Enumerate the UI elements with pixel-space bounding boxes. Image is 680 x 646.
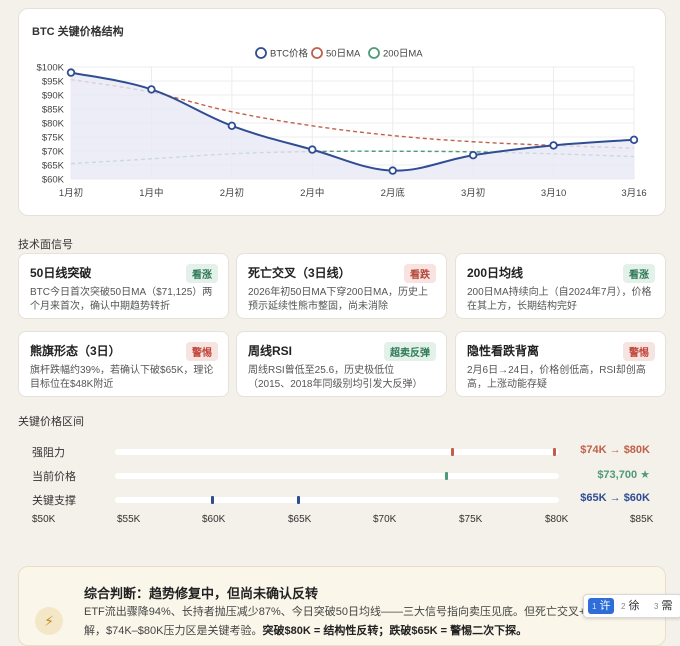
summary-line-2-emphasis: 突破$80K = 结构性反转；跌破$65K = 警惕二次下探。	[262, 625, 528, 637]
signals-section-title: 技术面信号	[18, 239, 73, 251]
ime-candidate-1[interactable]: 1许	[588, 598, 615, 614]
zone-marker	[445, 472, 449, 480]
signal-desc: 周线RSI曾低至25.6，历史极低位（2015、2018年同级别均引发大反弹）	[248, 365, 423, 390]
x-tick-label: 3月初	[461, 187, 485, 199]
price-axis-label: $55K	[117, 514, 141, 525]
legend-label: BTC价格	[270, 48, 309, 60]
signal-desc: 旗杆跌幅约39%，若确认下破$65K，理论目标位在$48K附近	[30, 365, 214, 390]
summary-line-2: 解，$74K–$80K压力区是关键考验。突破$80K = 结构性反转；跌破$65…	[84, 622, 664, 641]
signal-card: 50日线突破 看涨 BTC今日首次突破50日MA（$71,125）两个月来首次，…	[18, 253, 229, 319]
y-tick-label: $70K	[42, 147, 65, 158]
y-tick-label: $75K	[42, 133, 65, 144]
zone-track	[115, 496, 559, 504]
zone-label: 当前价格	[32, 471, 76, 483]
signal-desc: BTC今日首次突破50日MA（$71,125）两个月来首次，确认中期趋势转折	[30, 287, 213, 312]
legend-marker	[255, 47, 267, 59]
zone-value: $73,700 ★	[597, 469, 650, 481]
y-tick-label: $80K	[42, 119, 65, 130]
price-axis-label: $80K	[545, 514, 569, 525]
price-axis-label: $60K	[202, 514, 226, 525]
signal-name: 50日线突破	[30, 266, 92, 280]
signal-card: 死亡交叉（3日线） 看跌 2026年初50日MA下穿200日MA，历史上预示延续…	[236, 253, 447, 319]
ime-candidate-2[interactable]: 2徐	[621, 598, 639, 614]
signal-card: 隐性看跌背离 警惕 2月6日→24日，价格创低高，RSI却创高高，上涨动能存疑	[455, 331, 666, 397]
zone-row-current: 当前价格 $73,700 ★	[30, 469, 660, 483]
y-tick-label: $100K	[37, 63, 65, 74]
zone-marker	[553, 448, 557, 456]
signal-name: 死亡交叉（3日线）	[248, 266, 351, 280]
summary-body: ETF流出骤降94%、长持者抛压减少87%、今日突破50日均线——三大信号指向卖…	[84, 603, 664, 641]
y-tick-label: $95K	[42, 77, 65, 88]
signal-badge: 看跌	[404, 264, 436, 283]
legend-label: 200日MA	[383, 49, 423, 60]
signal-name: 周线RSI	[248, 344, 293, 358]
ime-candidate-3[interactable]: 3需	[654, 598, 672, 614]
x-tick-label: 2月底	[381, 187, 406, 199]
zone-label: 关键支撑	[32, 495, 76, 507]
zone-track	[115, 448, 559, 456]
y-tick-label: $60K	[42, 175, 65, 186]
signal-card: 周线RSI 超卖反弹 周线RSI曾低至25.6，历史极低位（2015、2018年…	[236, 331, 447, 397]
price-axis-label: $75K	[459, 514, 483, 525]
signal-name: 200日均线	[467, 266, 524, 280]
zone-row-support: 关键支撑 $65K → $60K	[30, 492, 660, 507]
price-axis-label: $50K	[32, 514, 56, 525]
x-tick-label: 2月中	[300, 187, 324, 199]
zone-marker	[296, 496, 300, 504]
y-tick-label: $85K	[42, 105, 65, 116]
price-chart: $60K $65K $70K $75K $80K $85K $90K $95K $100K 1月初…	[37, 47, 647, 199]
data-point	[629, 135, 639, 144]
signal-badge: 看涨	[186, 264, 218, 283]
zones-section-title: 关键价格区间	[18, 416, 84, 428]
legend-marker	[311, 47, 323, 59]
signal-name: 隐性看跌背离	[467, 344, 540, 358]
summary-line-1: ETF流出骤降94%、长持者抛压减少87%、今日突破50日均线——三大信号指向卖…	[84, 606, 597, 618]
x-tick-label: 3月16	[621, 188, 646, 199]
data-point	[147, 85, 156, 94]
x-tick-label: 1月初	[59, 187, 83, 199]
signal-badge: 看涨	[623, 264, 655, 283]
legend-label: 50日MA	[326, 49, 361, 60]
data-point	[308, 145, 317, 154]
zone-value: $74K → $80K	[580, 444, 650, 456]
zone-row-resistance: 强阻力 $74K → $80K	[30, 444, 660, 459]
zone-value: $65K → $60K	[580, 492, 650, 504]
y-tick-label: $65K	[42, 161, 65, 172]
zone-label: 强阻力	[32, 447, 65, 459]
lightning-icon: ⚡	[35, 607, 63, 635]
signal-desc: 2月6日→24日，价格创低高，RSI却创高高，上涨动能存疑	[467, 365, 646, 390]
data-point	[66, 68, 76, 77]
data-point	[549, 141, 558, 150]
signal-card: 熊旗形态（3日） 警惕 旗杆跌幅约39%，若确认下破$65K，理论目标位在$48…	[18, 331, 229, 397]
x-tick-label: 1月中	[139, 187, 163, 199]
signal-badge: 警惕	[623, 342, 655, 361]
summary-line-2-text: 解，$74K–$80K压力区是关键考验。	[84, 625, 263, 637]
signal-badge: 超卖反弹	[384, 342, 436, 361]
price-axis-label: $70K	[373, 514, 397, 525]
data-point	[388, 166, 397, 175]
zone-marker	[211, 496, 215, 504]
summary-title: 综合判断：趋势修复中，但尚未确认反转	[84, 586, 319, 601]
signal-badge: 警惕	[186, 342, 218, 361]
ime-candidate-bar[interactable]: 1许 2徐 3需	[583, 594, 680, 618]
summary-card: ⚡ 综合判断：趋势修复中，但尚未确认反转 ETF流出骤降94%、长持者抛压减少8…	[18, 566, 666, 646]
signal-desc: 2026年初50日MA下穿200日MA，历史上预示延续性熊市整固，尚未消除	[248, 287, 429, 312]
x-tick-label: 3月10	[541, 188, 566, 199]
signals-grid: 50日线突破 看涨 BTC今日首次突破50日MA（$71,125）两个月来首次，…	[18, 253, 666, 398]
zone-track	[115, 472, 559, 480]
signal-name: 熊旗形态（3日）	[30, 344, 121, 358]
price-chart-card: BTC 关键价格结构 $60K $65K $70K $75K $80K $85K $90K $…	[18, 8, 666, 216]
legend-marker	[368, 47, 380, 59]
x-tick-label: 2月初	[220, 187, 244, 199]
y-tick-label: $90K	[42, 91, 65, 102]
price-axis-label: $65K	[288, 514, 312, 525]
data-point	[227, 121, 237, 130]
data-point	[468, 150, 478, 160]
signal-desc: 200日MA持续向上（自2024年7月），价格在其上方，长期结构完好	[467, 287, 652, 312]
zone-marker	[450, 448, 454, 456]
price-axis-label: $85K	[630, 514, 654, 525]
signal-card: 200日均线 看涨 200日MA持续向上（自2024年7月），价格在其上方，长期…	[455, 253, 666, 319]
